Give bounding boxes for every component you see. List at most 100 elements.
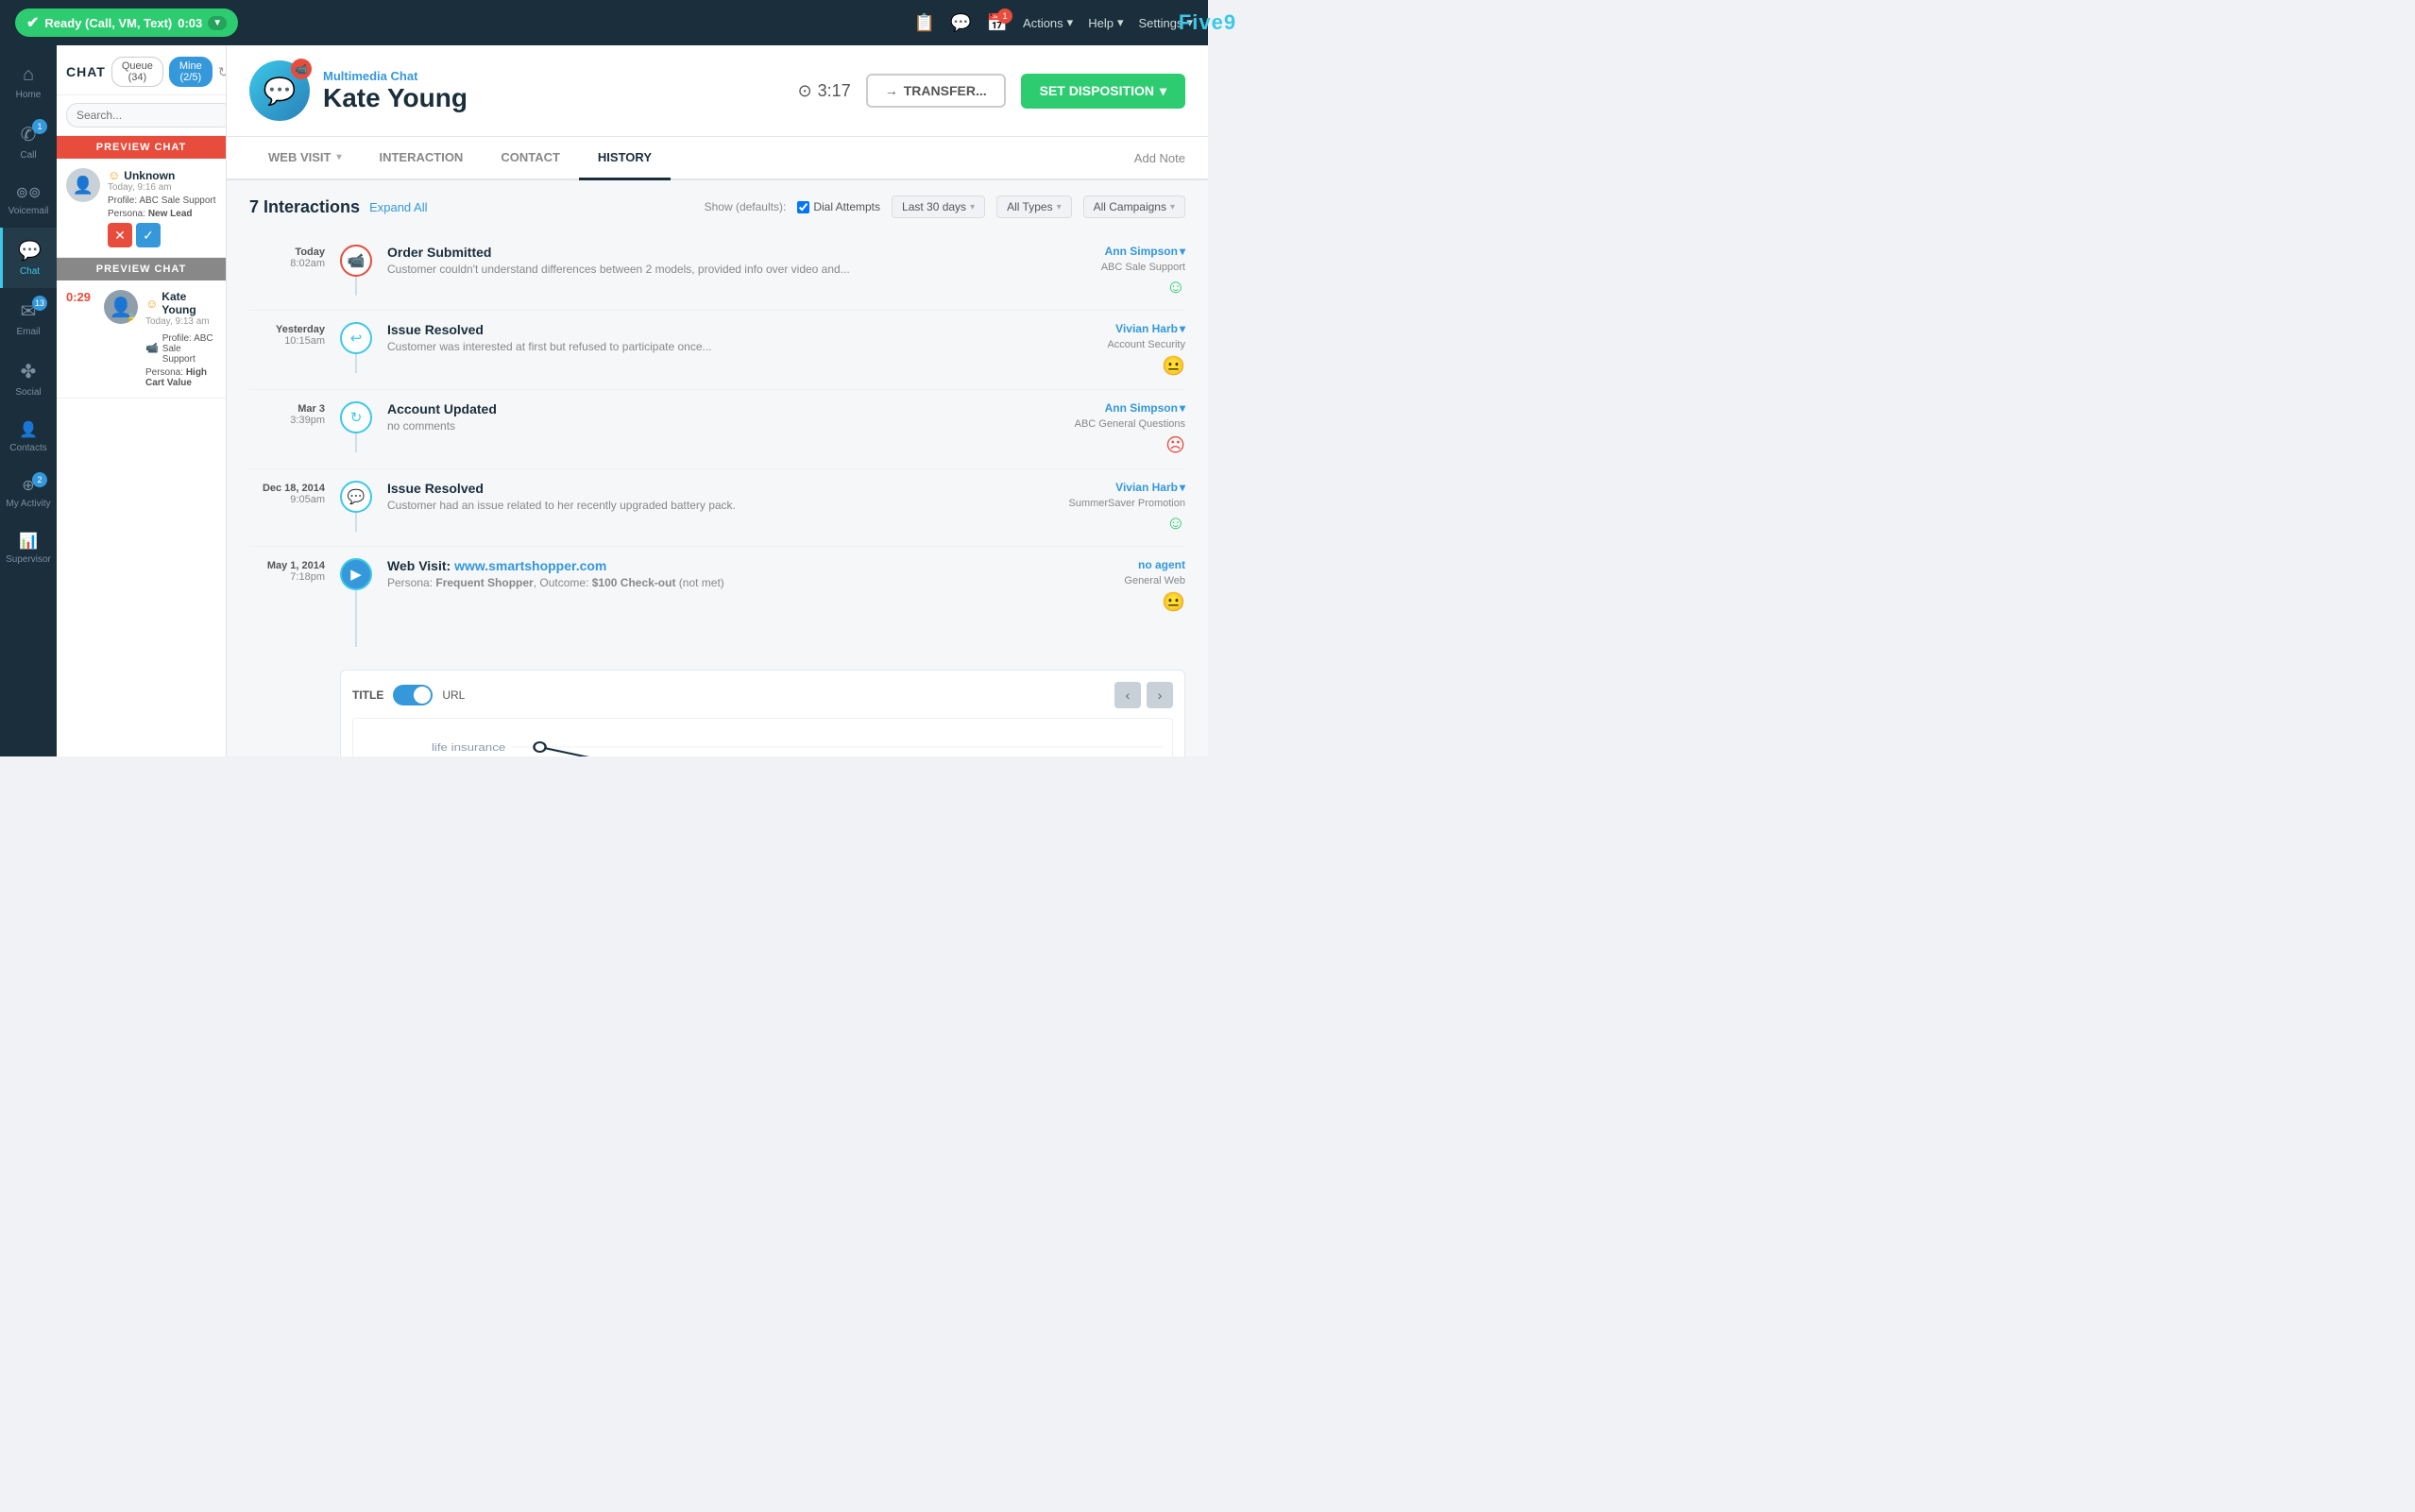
sidebar-label-social: Social (15, 387, 41, 398)
calendar-icon[interactable]: 📅 1 (987, 13, 1008, 33)
web-prev-button[interactable]: ‹ (1114, 682, 1141, 708)
sidebar-label-contacts: Contacts (9, 443, 46, 453)
agent-chevron-icon-2: ▾ (1180, 322, 1185, 335)
expand-all-button[interactable]: Expand All (369, 200, 427, 214)
agent-chevron-icon-3: ▾ (1180, 401, 1185, 415)
chat-avatar-unknown: 👤 (66, 168, 100, 202)
webvisit-chevron-icon: ▾ (336, 152, 341, 162)
web-next-button[interactable]: › (1147, 682, 1173, 708)
chat-item-unknown[interactable]: 👤 ☺ Unknown Today, 9:16 am Profile: ABC … (57, 159, 226, 258)
interaction-body-1: Order Submitted Customer couldn't unders… (387, 245, 1019, 276)
agent-vivian-2[interactable]: Vivian Harb ▾ (1115, 481, 1185, 494)
dial-attempts-input[interactable] (797, 201, 809, 213)
chat-panel-header: CHAT Queue (34) Mine (2/5) ↻ (57, 45, 226, 95)
sidebar-item-email[interactable]: 13 ✉ Email (0, 288, 57, 348)
sidebar-item-chat[interactable]: 💬 Chat (0, 228, 57, 288)
refresh-icon[interactable]: ↻ (218, 64, 227, 80)
sidebar-item-call[interactable]: 1 ✆ Call (0, 111, 57, 172)
top-nav: ✔ Ready (Call, VM, Text) 0:03 ▼ Five9 📋 … (0, 0, 1208, 45)
interaction-item-3: Mar 3 3:39pm ↻ Account Updated no commen… (249, 390, 1185, 469)
sidebar-item-voicemail[interactable]: ⊚⊚ Voicemail (0, 172, 57, 228)
last-days-dropdown[interactable]: Last 30 days ▾ (892, 195, 985, 218)
interaction-date-1: Today 8:02am (249, 245, 325, 269)
all-campaigns-dropdown[interactable]: All Campaigns ▾ (1083, 195, 1185, 218)
sidebar-label-myactivity: My Activity (6, 499, 50, 509)
agent-ann-2[interactable]: Ann Simpson ▾ (1105, 401, 1185, 415)
agent-ann-1[interactable]: Ann Simpson ▾ (1105, 245, 1185, 258)
history-header: 7 Interactions Expand All Show (defaults… (249, 195, 1185, 218)
chat-item-persona-kate: Persona: High Cart Value (145, 367, 216, 388)
chat-item-name-unknown: Unknown (124, 169, 175, 182)
sentiment-neutral-icon-2: 😐 (1162, 354, 1185, 378)
actions-button[interactable]: Actions▾ (1023, 15, 1073, 30)
sidebar-item-supervisor[interactable]: 📊 Supervisor (0, 520, 57, 576)
interaction-body-4: Issue Resolved Customer had an issue rel… (387, 481, 1019, 512)
interaction-item-5: May 1, 2014 7:18pm ▶ Web Visit: www.smar… (249, 547, 1185, 756)
tab-webvisit[interactable]: WEB VISIT ▾ (249, 137, 360, 180)
history-header-left: 7 Interactions Expand All (249, 197, 428, 217)
interaction-timeline-2: ↩ (340, 322, 372, 373)
main-content: 💬 📹 Multimedia Chat Kate Young ⊙ 3:17 → … (227, 45, 1208, 756)
sidebar-item-home[interactable]: ⌂ Home (0, 53, 57, 111)
sidebar-item-social[interactable]: ✤ Social (0, 348, 57, 409)
top-nav-left: ✔ Ready (Call, VM, Text) 0:03 ▼ (15, 8, 238, 37)
search-input[interactable] (66, 103, 227, 127)
agent-vivian-1[interactable]: Vivian Harb ▾ (1115, 322, 1185, 335)
notepad-icon[interactable]: 📋 (914, 13, 935, 33)
transfer-button[interactable]: → TRANSFER... (866, 74, 1006, 108)
all-types-dropdown[interactable]: All Types ▾ (996, 195, 1072, 218)
ready-dropdown-arrow[interactable]: ▼ (208, 16, 227, 30)
chat-header-right: ⊙ 3:17 → TRANSFER... SET DISPOSITION ▾ (798, 74, 1185, 109)
dial-attempts-checkbox[interactable]: Dial Attempts (797, 200, 880, 213)
chat-item-kate[interactable]: 0:29 👤 🔒 ☺ Kate Young Today, 9:13 am 📹 P… (57, 280, 226, 399)
sidebar-item-contacts[interactable]: 👤 Contacts (0, 409, 57, 465)
top-nav-right: 📋 💬 📅 1 Actions▾ Help▾ Settings▾ (914, 13, 1193, 33)
add-note-button[interactable]: Add Note (1134, 138, 1185, 178)
timer-display: ⊙ 3:17 (798, 81, 851, 101)
call-badge: 1 (32, 119, 47, 134)
video-badge: 📹 (291, 59, 312, 79)
sidebar-item-myactivity[interactable]: 2 ⊕ My Activity (0, 465, 57, 520)
lock-icon: 🔒 (127, 314, 138, 324)
title-url-toggle[interactable] (393, 685, 433, 705)
chat-panel-title: CHAT (66, 64, 106, 79)
mine-tab-button[interactable]: Mine (2/5) (169, 57, 213, 87)
web-visit-link[interactable]: www.smartshopper.com (454, 558, 606, 573)
interactions-count: 7 Interactions (249, 197, 360, 217)
agent-chevron-icon-4: ▾ (1180, 481, 1185, 494)
calendar-badge: 1 (997, 8, 1012, 24)
interaction-timeline-3: ↻ (340, 401, 372, 452)
interaction-date-3: Mar 3 3:39pm (249, 401, 325, 426)
contact-avatar: 💬 📹 (249, 60, 310, 121)
show-label: Show (defaults): (705, 200, 787, 213)
clock-icon: ⊙ (798, 81, 812, 101)
contacts-icon: 👤 (19, 420, 38, 439)
timeline-line-4 (355, 513, 357, 532)
set-disposition-button[interactable]: SET DISPOSITION ▾ (1021, 74, 1185, 109)
ready-label: Ready (Call, VM, Text) (44, 16, 172, 30)
help-button[interactable]: Help▾ (1088, 15, 1123, 30)
chat-header-left: 💬 📹 Multimedia Chat Kate Young (249, 60, 468, 121)
preview-chat-label-1: PREVIEW CHAT (57, 136, 226, 159)
web-visit-toggle-bar: TITLE URL ‹ › (352, 682, 1173, 708)
tab-contact[interactable]: CONTACT (482, 137, 579, 180)
queue-tab-button[interactable]: Queue (34) (111, 57, 163, 87)
tab-history[interactable]: HISTORY (579, 137, 671, 180)
ready-status-badge[interactable]: ✔ Ready (Call, VM, Text) 0:03 ▼ (15, 8, 238, 37)
avatar-icon: 👤 (73, 176, 94, 195)
accept-button[interactable]: ✓ (136, 223, 161, 247)
email-badge: 13 (32, 296, 47, 311)
sentiment-neutral-icon-5: 😐 (1162, 590, 1185, 614)
chat-contact-name: Kate Young (323, 83, 468, 113)
chat-bubble-icon: 💬 (18, 239, 42, 263)
web-visit-detail: TITLE URL ‹ › (340, 670, 1185, 756)
tab-interaction[interactable]: INTERACTION (360, 137, 482, 180)
reject-button[interactable]: ✕ (108, 223, 132, 247)
chat-item-time-kate: Today, 9:13 am (145, 316, 216, 327)
interaction-right-5: no agent General Web 😐 (1034, 558, 1185, 614)
interaction-body-5: Web Visit: www.smartshopper.com Persona:… (387, 558, 1019, 589)
chat-icon[interactable]: 💬 (950, 13, 971, 33)
tabs-bar: WEB VISIT ▾ INTERACTION CONTACT HISTORY … (227, 137, 1208, 180)
chat-item-actions-unknown: ✕ ✓ (108, 223, 216, 247)
interaction-timeline-1: 📹 (340, 245, 372, 296)
